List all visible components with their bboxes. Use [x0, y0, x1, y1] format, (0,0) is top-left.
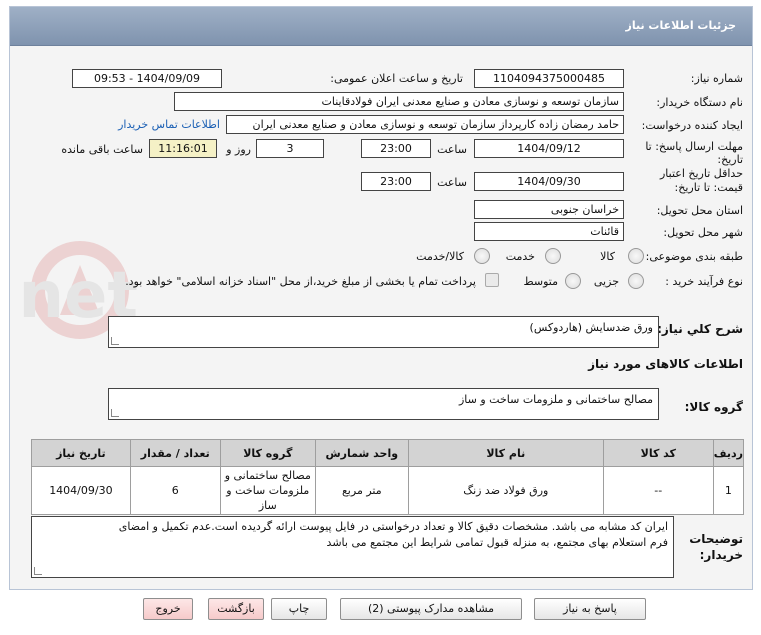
validity-label-2: قیمت: تا تاریخ: [674, 181, 743, 194]
process-minor-radio[interactable] [628, 273, 644, 289]
cell-qty: 6 [129, 466, 221, 515]
need-number-label: شماره نیاز: [690, 72, 743, 85]
goods-info-title: اطلاعات کالاهای مورد نیاز [588, 357, 743, 371]
category-goods-service-label: کالا/خدمت [416, 250, 464, 263]
table-row: 1 -- ورق فولاد ضد زنگ متر مربع مصالح ساخ… [31, 466, 745, 515]
buyer-notes-line-1: ایران کد مشابه می باشد. مشخصات دقیق کالا… [118, 520, 668, 533]
deadline-time-field: 23:00 [361, 139, 431, 158]
announce-label: تاریخ و ساعت اعلان عمومی: [330, 72, 463, 85]
cell-code: -- [602, 466, 714, 515]
city-label: شهر محل تحویل: [663, 226, 743, 239]
print-button[interactable]: چاپ [271, 598, 327, 620]
cell-unit: متر مربع [314, 466, 409, 515]
category-service-radio[interactable] [545, 248, 561, 264]
col-name: نام کالا [407, 439, 604, 467]
days-label: روز و [226, 143, 251, 156]
goods-group-textarea[interactable]: مصالح ساختمانی و ملزومات ساخت و ساز [108, 388, 659, 420]
buyer-notes-line-2: فرم استعلام بهای مجتمع، به منزله قبول تم… [326, 536, 668, 549]
col-code: کد کالا [602, 439, 714, 467]
treasury-payment-checkbox[interactable] [485, 273, 499, 287]
province-field: خراسان جنوبی [474, 200, 624, 219]
view-attachments-button[interactable]: مشاهده مدارک پیوستی (2) [340, 598, 522, 620]
cell-row: 1 [712, 466, 745, 515]
process-medium-label: متوسط [523, 275, 558, 288]
buyer-org-field: سازمان توسعه و نوسازی معادن و صنایع معدن… [174, 92, 624, 111]
panel-title: جزئیات اطلاعات نیاز [625, 19, 737, 32]
deadline-time-label: ساعت [437, 143, 467, 156]
reply-button[interactable]: پاسخ به نیاز [534, 598, 646, 620]
resize-grip-icon[interactable] [111, 409, 119, 417]
back-button[interactable]: بازگشت [208, 598, 264, 620]
deadline-date-field: 1404/09/12 [474, 139, 624, 158]
validity-time-label: ساعت [437, 176, 467, 189]
col-unit: واحد شمارش [314, 439, 409, 467]
table-header-row: ردیف کد کالا نام کالا واحد شمارش گروه کا… [31, 439, 745, 467]
goods-group-label: گروه کالا: [684, 400, 743, 414]
summary-text: ورق ضدسایش (هاردوکس) [529, 321, 653, 334]
cell-name: ورق فولاد ضد زنگ [407, 466, 604, 515]
days-remaining-field: 3 [256, 139, 324, 158]
goods-group-text: مصالح ساختمانی و ملزومات ساخت و ساز [458, 393, 653, 406]
buyer-notes-label: توضیحات [689, 532, 743, 546]
panel-header: جزئیات اطلاعات نیاز [10, 7, 752, 46]
category-goods-radio[interactable] [628, 248, 644, 264]
announce-field: 1404/09/09 - 09:53 [72, 69, 222, 88]
requester-field: حامد رمضان زاده کارپرداز سازمان توسعه و … [226, 115, 624, 134]
cell-group: مصالح ساختمانی و ملزومات ساخت و ساز [219, 466, 316, 515]
buyer-notes-textarea[interactable]: ایران کد مشابه می باشد. مشخصات دقیق کالا… [31, 516, 674, 578]
validity-time-field: 23:00 [361, 172, 431, 191]
category-label: طبقه بندی موضوعی: [645, 250, 743, 263]
items-table: ردیف کد کالا نام کالا واحد شمارش گروه کا… [31, 439, 745, 515]
process-label: نوع فرآیند خرید : [665, 275, 743, 288]
col-date: تاریخ نیاز [31, 439, 131, 467]
col-row: ردیف [712, 439, 745, 467]
process-medium-radio[interactable] [565, 273, 581, 289]
cell-date: 1404/09/30 [31, 466, 131, 515]
city-field: قائنات [474, 222, 624, 241]
buyer-notes-label-2: خریدار: [699, 548, 743, 562]
process-minor-label: جزیی [593, 275, 619, 288]
resize-grip-icon[interactable] [34, 567, 42, 575]
resize-grip-icon[interactable] [111, 337, 119, 345]
treasury-payment-note: پرداخت تمام یا بخشی از مبلغ خرید،از محل … [125, 275, 476, 288]
summary-label: شرح کلي نياز: [657, 322, 743, 336]
category-service-label: خدمت [505, 250, 535, 263]
requester-label: ایجاد کننده درخواست: [641, 119, 743, 132]
col-group: گروه کالا [219, 439, 316, 467]
province-label: استان محل تحویل: [656, 204, 743, 217]
col-qty: تعداد / مقدار [129, 439, 221, 467]
validity-label: حداقل تاریخ اعتبار [659, 167, 743, 180]
remaining-time-label: ساعت باقی مانده [61, 143, 143, 156]
buyer-org-label: نام دستگاه خریدار: [656, 96, 743, 109]
deadline-label: مهلت ارسال پاسخ: تا [645, 140, 743, 153]
remaining-time-field: 11:16:01 [149, 139, 217, 158]
need-number-field: 1104094375000485 [474, 69, 624, 88]
validity-date-field: 1404/09/30 [474, 172, 624, 191]
deadline-label-2: تاریخ: [717, 153, 743, 166]
category-goods-label: کالا [600, 250, 615, 263]
summary-textarea[interactable]: ورق ضدسایش (هاردوکس) [108, 316, 659, 348]
buyer-contact-link[interactable]: اطلاعات تماس خریدار [118, 118, 220, 131]
exit-button[interactable]: خروج [143, 598, 193, 620]
category-goods-service-radio[interactable] [474, 248, 490, 264]
